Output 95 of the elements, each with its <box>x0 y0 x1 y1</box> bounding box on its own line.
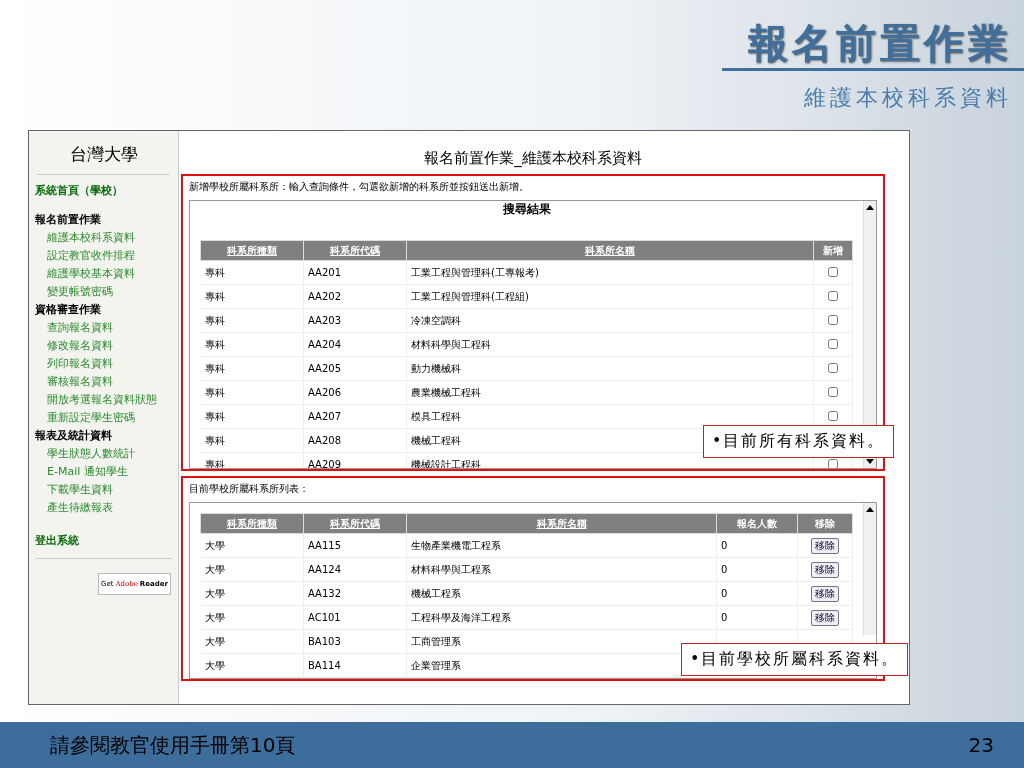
menu-link[interactable]: 設定教官收件排程 <box>47 248 172 263</box>
table-cell: AA124 <box>303 557 407 582</box>
checkbox[interactable] <box>828 410 838 421</box>
table-cell: AA204 <box>303 332 407 357</box>
menu-link[interactable]: 下載學生資料 <box>47 482 172 497</box>
checkbox[interactable] <box>828 266 838 277</box>
column-header[interactable]: 科系所種類 <box>200 513 304 534</box>
table-cell: 0 <box>721 564 728 575</box>
table-cell: AC101 <box>303 605 407 630</box>
results-title: 搜尋結果 <box>501 201 552 218</box>
table-cell: 0 <box>721 540 728 551</box>
column-header[interactable]: 科系所種類 <box>200 240 304 261</box>
checkbox[interactable] <box>828 314 838 325</box>
menu-link[interactable]: 審核報名資料 <box>47 374 172 389</box>
school-name: 台灣大學 <box>37 141 170 175</box>
checkbox[interactable] <box>828 362 838 373</box>
callout: •目前所有科系資料。 <box>703 425 895 458</box>
remove-button[interactable]: 移除 <box>811 537 839 554</box>
table-cell: 生物產業機電工程系 <box>406 533 717 558</box>
page-title: 報名前置作業_維護本校科系資料 <box>423 149 643 168</box>
table-cell: 大學 <box>200 629 304 654</box>
remove-button[interactable]: 移除 <box>811 585 839 602</box>
menu-section-title: 報名前置作業 <box>35 212 102 227</box>
menu-link[interactable]: 開放考選報名資料狀態 <box>47 392 172 407</box>
menu-section-title: 報表及統計資料 <box>35 428 113 443</box>
menu-link[interactable]: 重新設定學生密碼 <box>47 410 172 425</box>
slide-title: 報名前置作業 <box>748 19 1012 68</box>
menu-link[interactable]: 列印報名資料 <box>47 356 172 371</box>
page-number: 23 <box>968 733 994 757</box>
table-cell: 機械工程系 <box>406 581 717 606</box>
remove-button[interactable]: 移除 <box>811 609 839 626</box>
list-caption: 目前學校所屬科系所列表： <box>189 482 310 496</box>
column-header: 報名人數 <box>716 513 798 534</box>
table-cell: 專科 <box>200 380 304 405</box>
menu-link[interactable]: 修改報名資料 <box>47 338 172 353</box>
table-cell: 大學 <box>200 533 304 558</box>
callout: •目前學校所屬科系資料。 <box>681 643 909 676</box>
menu-link[interactable]: 維護本校科系資料 <box>47 230 172 245</box>
column-header[interactable]: 科系所名稱 <box>406 513 717 534</box>
table-cell: AA208 <box>303 428 407 453</box>
table-cell: 材料科學與工程科 <box>406 332 814 357</box>
menu-link[interactable]: 維護學校基本資料 <box>47 266 172 281</box>
slide-subtitle: 維護本校科系資料 <box>804 84 1012 112</box>
table-cell: 0 <box>721 588 728 599</box>
scrollbar[interactable] <box>863 503 876 635</box>
column-header: 新增 <box>813 240 853 261</box>
home-link[interactable]: 系統首頁（學校） <box>35 183 172 198</box>
table-cell: 材料科學與工程系 <box>406 557 717 582</box>
menu-link[interactable]: 學生狀態人數統計 <box>47 446 172 461</box>
table-cell: 大學 <box>200 653 304 678</box>
table-cell: 專科 <box>200 356 304 381</box>
table-cell: 大學 <box>200 581 304 606</box>
table-cell: 專科 <box>200 428 304 453</box>
table-cell: AA202 <box>303 284 407 309</box>
checkbox[interactable] <box>828 458 838 468</box>
column-header[interactable]: 科系所代碼 <box>303 240 407 261</box>
menu-link[interactable]: 查詢報名資料 <box>47 320 172 335</box>
table-cell: 專科 <box>200 332 304 357</box>
table-cell: AA201 <box>303 260 407 285</box>
table-cell: AA209 <box>303 452 407 468</box>
table-cell: 動力機械科 <box>406 356 814 381</box>
table-cell: 專科 <box>200 308 304 333</box>
table-cell: AA115 <box>303 533 407 558</box>
table-cell: 大學 <box>200 557 304 582</box>
menu-link[interactable]: 產生待繳報表 <box>47 500 172 515</box>
column-header[interactable]: 科系所名稱 <box>406 240 814 261</box>
table-cell: 專科 <box>200 404 304 429</box>
table-cell: 工業工程與管理科(工專報考) <box>406 260 814 285</box>
checkbox[interactable] <box>828 386 838 397</box>
table-cell: 工程科學及海洋工程系 <box>406 605 717 630</box>
logout-link[interactable]: 登出系統 <box>35 533 172 559</box>
table-cell: BA103 <box>303 629 407 654</box>
table-cell: 大學 <box>200 605 304 630</box>
table-cell: 專科 <box>200 284 304 309</box>
instruction-text: 新增學校所屬科系所：輸入查詢條件，勾選欲新增的科系所並按鈕送出新增。 <box>189 180 530 194</box>
menu-link[interactable]: E-Mail 通知學生 <box>47 464 172 479</box>
table-cell: 0 <box>721 612 728 623</box>
column-header: 移除 <box>797 513 853 534</box>
table-cell: 冷凍空調科 <box>406 308 814 333</box>
footer-text: 請參閱教官使用手冊第10頁 <box>50 731 296 759</box>
table-cell: AA206 <box>303 380 407 405</box>
table-cell: 農業機械工程科 <box>406 380 814 405</box>
checkbox[interactable] <box>828 338 838 349</box>
checkbox[interactable] <box>828 290 838 301</box>
table-cell: AA203 <box>303 308 407 333</box>
table-cell: 工業工程與管理科(工程組) <box>406 284 814 309</box>
remove-button[interactable]: 移除 <box>811 561 839 578</box>
table-cell: AA205 <box>303 356 407 381</box>
table-cell: AA132 <box>303 581 407 606</box>
table-cell: AA207 <box>303 404 407 429</box>
table-cell: 專科 <box>200 260 304 285</box>
menu-link[interactable]: 變更帳號密碼 <box>47 284 172 299</box>
table-cell: BA114 <box>303 653 407 678</box>
menu-section-title: 資格審查作業 <box>35 302 102 317</box>
column-header[interactable]: 科系所代碼 <box>303 513 407 534</box>
